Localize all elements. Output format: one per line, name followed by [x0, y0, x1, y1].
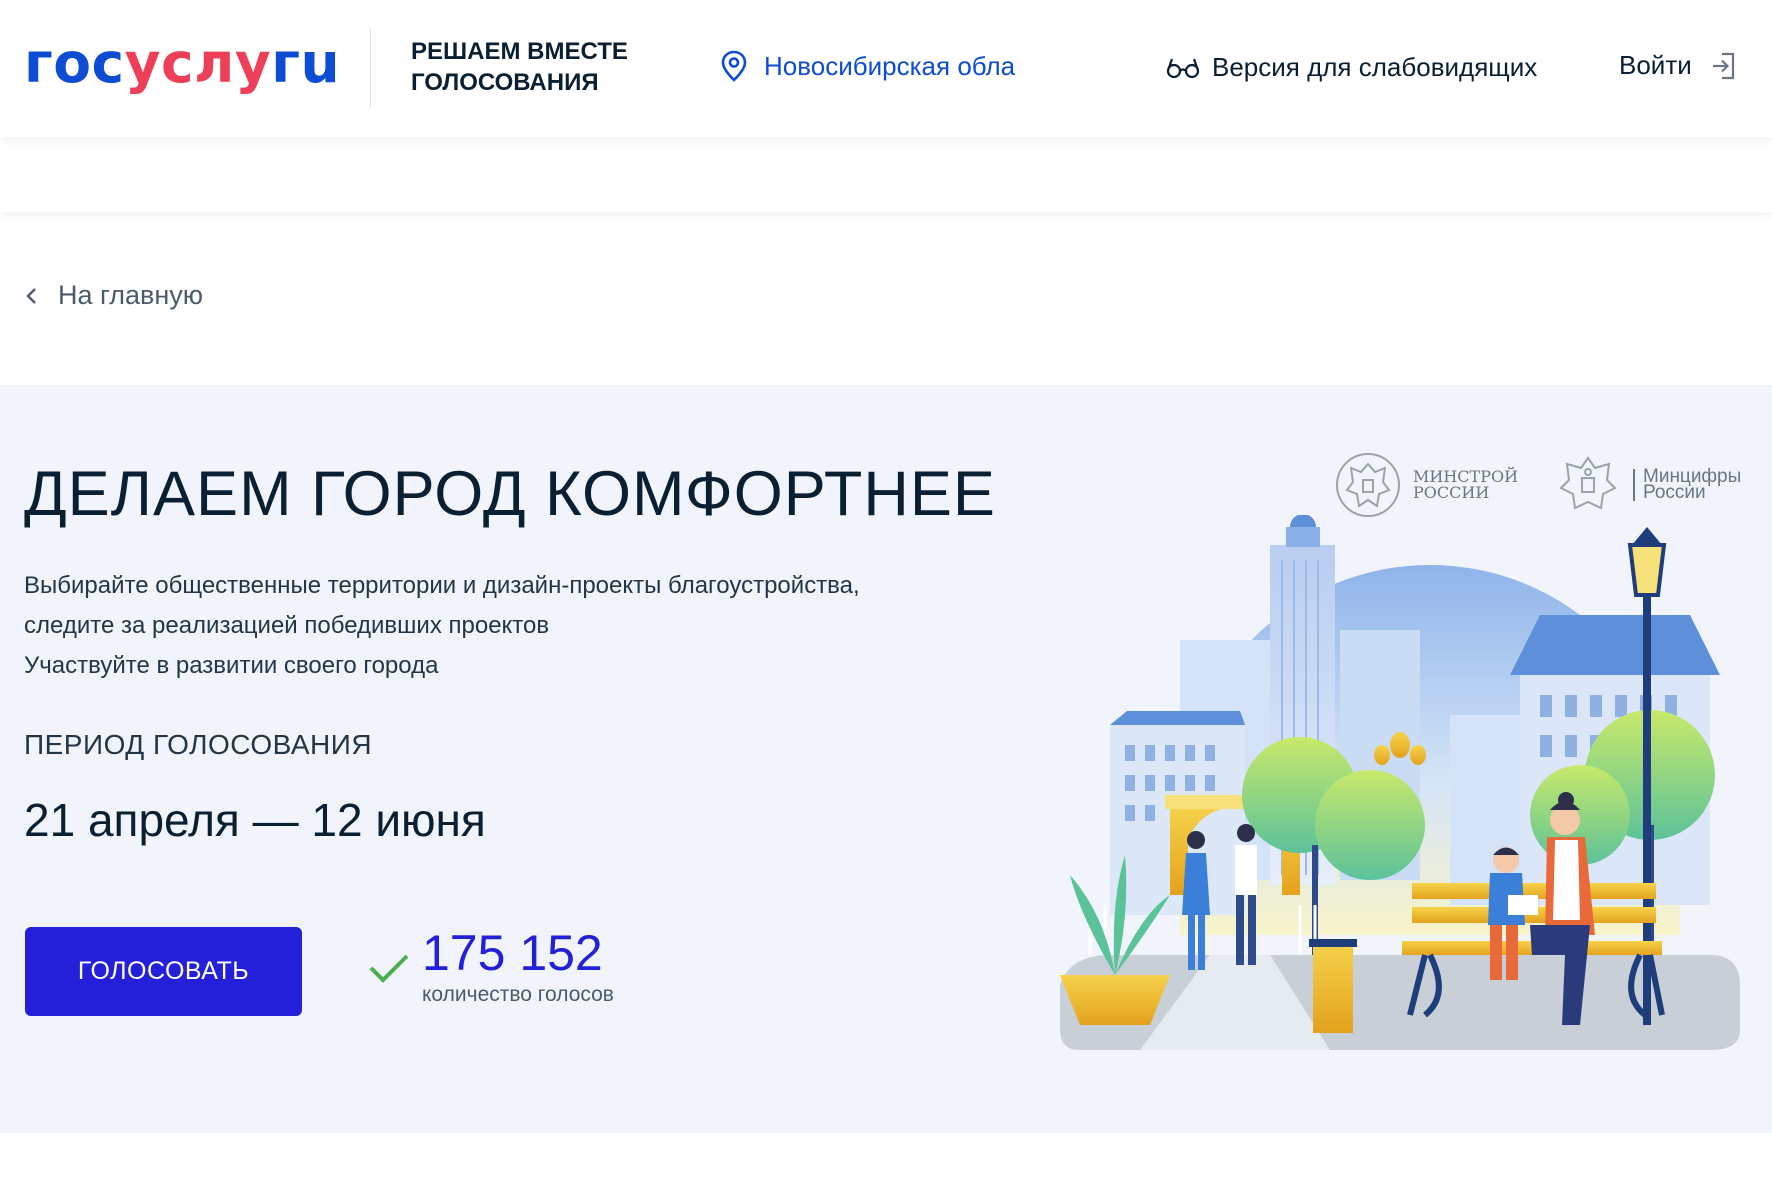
- sub-navigation-bar: [0, 137, 1772, 212]
- coat-of-arms-icon: [1336, 453, 1400, 517]
- hero-description-line: следите за реализацией победивших проект…: [24, 612, 550, 639]
- ministry-name: РОССИИ: [1413, 483, 1490, 502]
- minstroy-logo: МИНСТРОЙ РОССИИ: [1333, 450, 1518, 520]
- login-button[interactable]: Войти: [1619, 50, 1738, 81]
- coat-of-arms-icon: [1559, 456, 1617, 510]
- mincifry-logo: Минцифры России: [1553, 450, 1741, 520]
- votes-counter: 175 152 количество голосов: [368, 923, 614, 1007]
- voting-period-dates: 21 апреля — 12 июня: [24, 794, 486, 846]
- header-divider: [370, 28, 371, 108]
- project-title[interactable]: РЕШАЕМ ВМЕСТЕ ГОЛОСОВАНИЯ: [411, 36, 681, 98]
- accessibility-toggle[interactable]: Версия для слабовидящих: [1166, 52, 1537, 83]
- hero-description-line: Участвуйте в развитии своего города: [24, 652, 439, 679]
- glasses-icon: [1166, 58, 1200, 78]
- back-to-home-link[interactable]: На главную: [24, 280, 203, 311]
- region-selector[interactable]: Новосибирская обла: [720, 50, 1015, 82]
- site-header: госуслугu РЕШАЕМ ВМЕСТЕ ГОЛОСОВАНИЯ Ново…: [0, 0, 1772, 137]
- ministry-name: России: [1643, 482, 1706, 503]
- hero-description: Выбирайте общественные территории и диза…: [24, 566, 984, 686]
- votes-caption: количество голосов: [422, 983, 614, 1006]
- gosuslugi-logo[interactable]: госуслугu: [24, 28, 340, 98]
- hero-description-line: Выбирайте общественные территории и диза…: [24, 572, 860, 599]
- accessibility-label: Версия для слабовидящих: [1212, 52, 1538, 82]
- voting-period-label: ПЕРИОД ГОЛОСОВАНИЯ: [24, 729, 373, 760]
- location-pin-icon: [721, 50, 747, 82]
- login-arrow-icon: [1712, 52, 1734, 79]
- chevron-left-icon: [26, 287, 36, 304]
- back-link-label: На главную: [58, 280, 204, 310]
- hero-title: ДЕЛАЕМ ГОРОД КОМФОРТНЕЕ: [24, 459, 996, 529]
- region-name: Новосибирская обла: [764, 50, 1016, 81]
- city-park-illustration: [1060, 515, 1740, 1050]
- vote-button[interactable]: ГОЛОСОВАТЬ: [25, 927, 302, 1016]
- login-label: Войти: [1619, 50, 1692, 80]
- votes-count: 175 152: [422, 925, 603, 981]
- checkmark-icon: [369, 954, 409, 983]
